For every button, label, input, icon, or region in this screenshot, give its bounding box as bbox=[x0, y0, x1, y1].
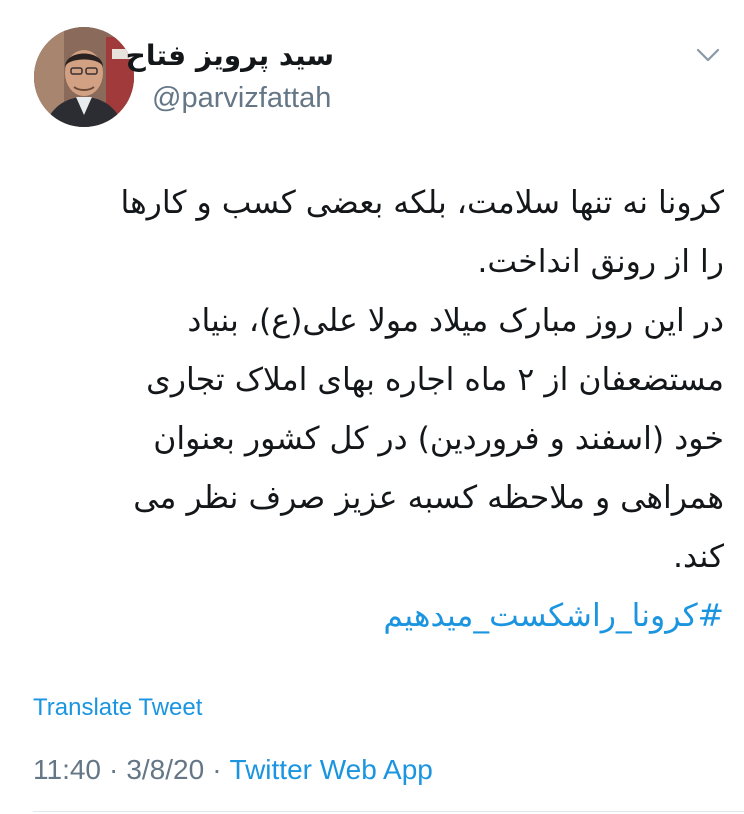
display-name[interactable]: سید پرویز فتاح bbox=[126, 36, 334, 76]
profile-photo-icon bbox=[34, 27, 134, 127]
tweet-card: سید پرویز فتاح @parvizfattah کرونا نه تن… bbox=[0, 0, 744, 814]
divider bbox=[33, 811, 744, 812]
tweet-date[interactable]: 3/8/20 bbox=[126, 754, 204, 785]
tweet-text-line: خود (اسفند و فروردین) در کل کشور بعنوان bbox=[153, 421, 724, 457]
tweet-text: کرونا نه تنها سلامت، بلکه بعضی کسب و کار… bbox=[30, 174, 724, 646]
meta-separator: · bbox=[109, 754, 119, 785]
meta-separator: · bbox=[212, 754, 222, 785]
user-handle[interactable]: @parvizfattah bbox=[152, 80, 331, 116]
tweet-meta: 11:40 · 3/8/20 · Twitter Web App bbox=[33, 752, 433, 788]
tweet-text-line: همراهی و ملاحظه کسبه عزیز صرف نظر می bbox=[133, 480, 724, 516]
hashtag-link[interactable]: #کرونا_راشکست_میدهیم bbox=[383, 598, 724, 634]
tweet-text-line: کند. bbox=[672, 539, 724, 575]
tweet-text-line: را از رونق انداخت. bbox=[477, 244, 724, 280]
tweet-text-line: مستضعفان از ۲ ماه اجاره بهای املاک تجاری bbox=[146, 362, 724, 398]
tweet-time[interactable]: 11:40 bbox=[33, 754, 101, 785]
translate-tweet-link[interactable]: Translate Tweet bbox=[33, 692, 202, 724]
tweet-text-line: کرونا نه تنها سلامت، بلکه بعضی کسب و کار… bbox=[120, 185, 724, 221]
more-options-button[interactable] bbox=[694, 44, 722, 66]
chevron-down-icon bbox=[696, 48, 720, 62]
tweet-text-line: در این روز مبارک میلاد مولا علی(ع)، بنیا… bbox=[187, 303, 724, 339]
avatar[interactable] bbox=[34, 27, 134, 127]
tweet-source-link[interactable]: Twitter Web App bbox=[230, 754, 433, 785]
